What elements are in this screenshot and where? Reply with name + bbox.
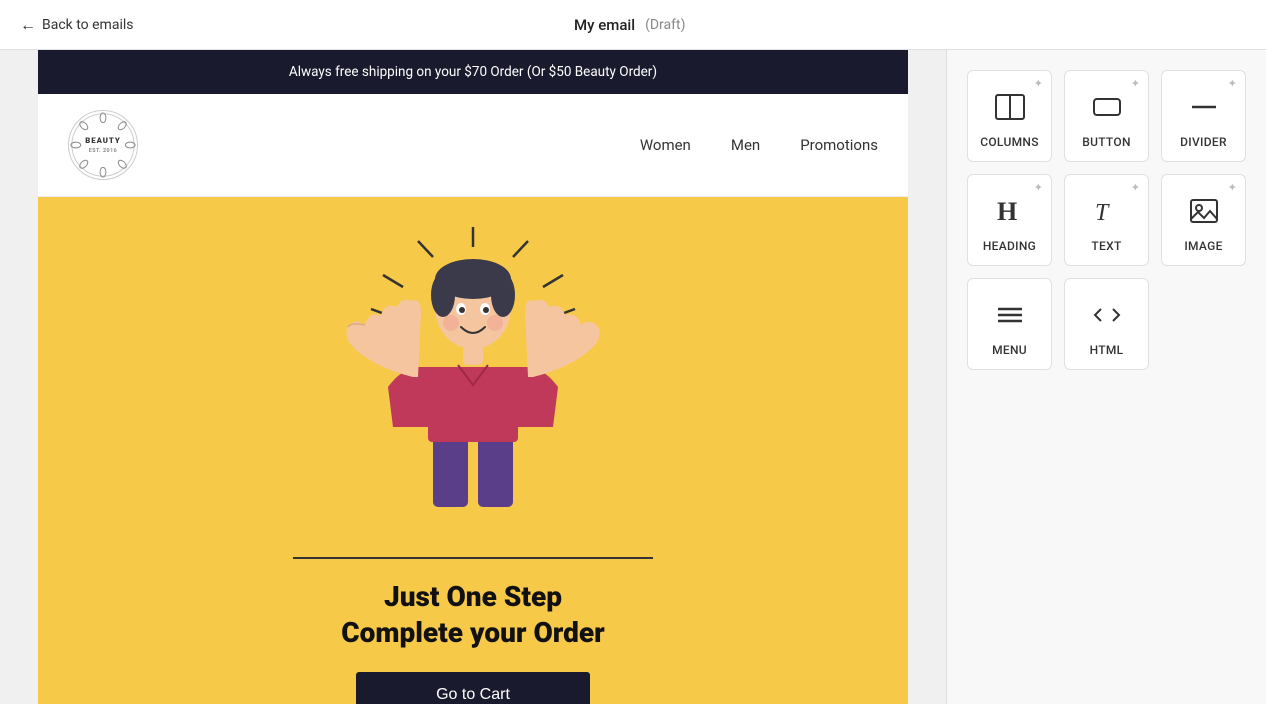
svg-text:EST. 2016: EST. 2016 (89, 148, 117, 154)
hero-text-block: Just One Step Complete your Order Go to … (341, 579, 605, 704)
heading-icon: H (990, 191, 1030, 231)
text-label: TEXT (1091, 239, 1121, 253)
logo-area: BEAUTY EST. 2016 (68, 110, 138, 180)
nav-women[interactable]: Women (640, 136, 691, 154)
button-label: BUTTON (1082, 135, 1131, 149)
drag-handle-heading: ✦ (1034, 181, 1043, 194)
nav-links: Women Men Promotions (640, 136, 878, 154)
nav-section: BEAUTY EST. 2016 Women Men Promotions (38, 94, 908, 197)
columns-label: COLUMNS (980, 135, 1039, 149)
promo-banner: Always free shipping on your $70 Order (… (38, 50, 908, 94)
hero-heading-line2: Complete your Order (341, 615, 605, 651)
sidebar-item-heading[interactable]: ✦ H HEADING (967, 174, 1052, 266)
sidebar-item-divider[interactable]: ✦ DIVIDER (1161, 70, 1246, 162)
sidebar-item-text[interactable]: ✦ T TEXT (1064, 174, 1149, 266)
components-sidebar: ✦ COLUMNS ✦ BUTTON (946, 50, 1266, 704)
html-icon (1087, 295, 1127, 335)
image-icon (1184, 191, 1224, 231)
heading-label: HEADING (983, 239, 1036, 253)
hero-illustration (313, 227, 633, 547)
back-label: Back to emails (42, 17, 134, 33)
svg-text:T: T (1095, 200, 1110, 226)
nav-promotions[interactable]: Promotions (800, 136, 878, 154)
drag-handle-text: ✦ (1131, 181, 1140, 194)
html-label: HTML (1090, 343, 1124, 357)
drag-handle-button: ✦ (1131, 77, 1140, 90)
go-to-cart-button[interactable]: Go to Cart (356, 672, 590, 704)
drag-handle-image: ✦ (1228, 181, 1237, 194)
top-bar: ← Back to emails My email (Draft) (0, 0, 1266, 50)
email-title: My email (574, 16, 635, 34)
svg-text:H: H (997, 197, 1017, 226)
back-arrow-icon: ← (20, 15, 36, 35)
button-icon (1087, 87, 1127, 127)
email-title-area: My email (Draft) (574, 16, 685, 34)
divider-icon (1184, 87, 1224, 127)
sidebar-item-button[interactable]: ✦ BUTTON (1064, 70, 1149, 162)
hero-section: Just One Step Complete your Order Go to … (38, 197, 908, 704)
sidebar-item-image[interactable]: ✦ IMAGE (1161, 174, 1246, 266)
hero-heading: Just One Step Complete your Order (341, 579, 605, 652)
hero-divider-line (293, 557, 653, 559)
sidebar-item-columns[interactable]: ✦ COLUMNS (967, 70, 1052, 162)
nav-men[interactable]: Men (731, 136, 760, 154)
menu-icon (990, 295, 1030, 335)
drag-handle-divider: ✦ (1228, 77, 1237, 90)
sidebar-item-html[interactable]: HTML (1064, 278, 1149, 370)
image-label: IMAGE (1184, 239, 1222, 253)
text-icon: T (1087, 191, 1127, 231)
components-grid: ✦ COLUMNS ✦ BUTTON (967, 70, 1246, 370)
sidebar-item-menu[interactable]: MENU (967, 278, 1052, 370)
drag-handle-columns: ✦ (1034, 77, 1043, 90)
draft-badge: (Draft) (645, 17, 685, 33)
canvas-area[interactable]: Always free shipping on your $70 Order (… (0, 50, 946, 704)
svg-text:BEAUTY: BEAUTY (85, 136, 120, 145)
hero-heading-line1: Just One Step (341, 579, 605, 615)
banner-text: Always free shipping on your $70 Order (… (289, 64, 657, 80)
menu-label: MENU (992, 343, 1027, 357)
brand-logo: BEAUTY EST. 2016 (68, 110, 138, 180)
back-to-emails-link[interactable]: ← Back to emails (20, 15, 134, 35)
columns-icon (990, 87, 1030, 127)
main-layout: Always free shipping on your $70 Order (… (0, 50, 1266, 704)
divider-label: DIVIDER (1180, 135, 1227, 149)
email-wrapper: Always free shipping on your $70 Order (… (38, 50, 908, 704)
